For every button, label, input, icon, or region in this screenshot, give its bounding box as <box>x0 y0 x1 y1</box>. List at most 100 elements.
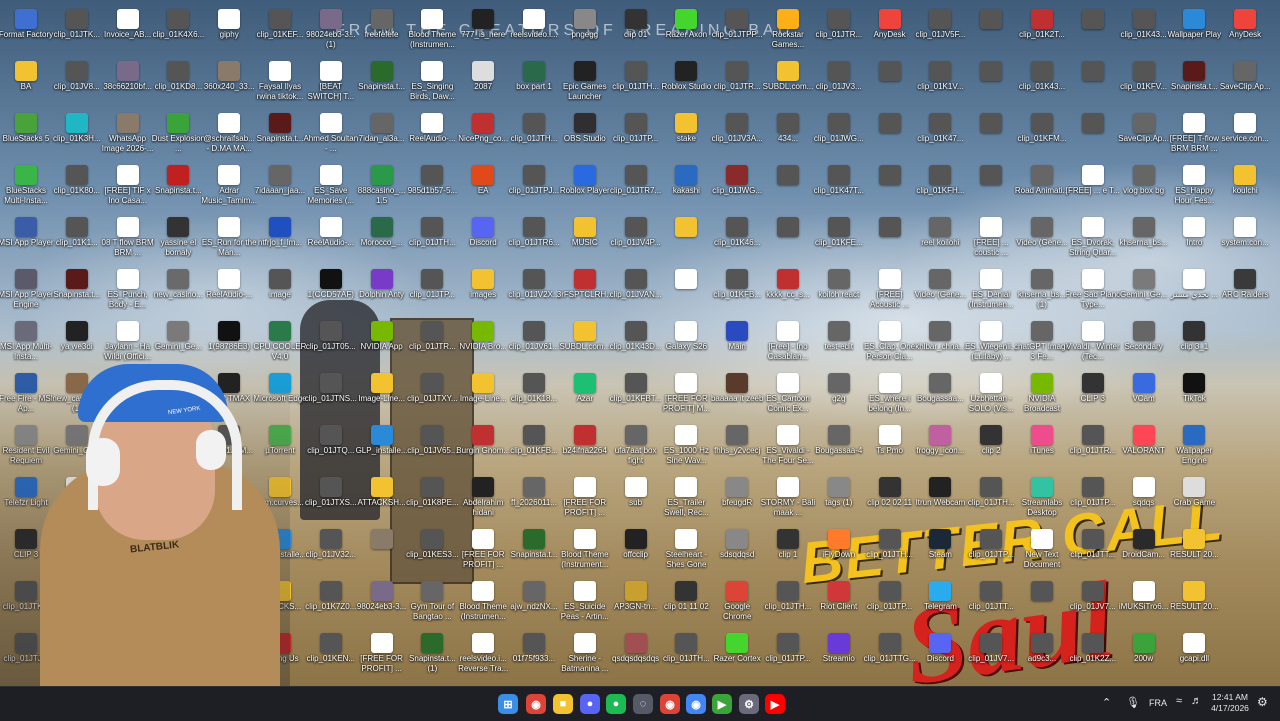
desktop-icon[interactable] <box>965 160 1017 210</box>
desktop-icon[interactable]: VCam <box>1118 368 1170 418</box>
desktop-icon[interactable]: ES_Trailer Swell, Rec... <box>660 472 712 522</box>
desktop-icon[interactable]: Galaxy S26 <box>660 316 712 366</box>
desktop-icon[interactable]: Bougassaa-4 <box>813 420 865 470</box>
desktop-icon[interactable]: clip_01JTR... <box>711 56 763 106</box>
desktop-icon[interactable]: AnyDesk <box>864 4 916 54</box>
desktop-icon[interactable]: ES_Suicide Peas - Artin... <box>559 576 611 626</box>
desktop-icon[interactable]: ES_Cartoon Comic Ex... <box>762 368 814 418</box>
desktop-icon[interactable]: clip_01K47... <box>914 108 966 158</box>
desktop-icon[interactable]: ES_Wiegenli... (Lullaby) ... <box>965 316 1017 366</box>
desktop-icon[interactable]: ARC Raiders <box>1219 264 1271 314</box>
desktop-icon[interactable]: clip_01KFB... <box>711 264 763 314</box>
desktop-icon[interactable]: khlbar_chna... <box>914 316 966 366</box>
desktop-icon[interactable]: clip_01JTH... <box>762 576 814 626</box>
desktop-icon[interactable]: clip_01KFV... <box>1118 56 1170 106</box>
desktop-icon[interactable]: clip_01JT05... <box>305 316 357 366</box>
desktop-icon[interactable]: clip_01JV3A... <box>711 108 763 158</box>
desktop-icon[interactable]: Azar <box>559 368 611 418</box>
desktop-icon[interactable]: ES_Run for the Man... <box>202 212 257 262</box>
desktop-icon[interactable]: sdsqdqsd <box>711 524 763 574</box>
desktop-icon[interactable]: Itrun Webcam <box>914 472 966 522</box>
desktop-icon[interactable]: AnyDesk <box>1219 4 1271 54</box>
taskbar-youtube-icon[interactable]: ▶ <box>765 694 785 714</box>
desktop-icon[interactable]: clip_01JV7... <box>1067 576 1119 626</box>
desktop-icon[interactable]: DroidCam... <box>1118 524 1170 574</box>
desktop-icon[interactable]: clip_01JTPP... <box>711 4 763 54</box>
desktop-icon[interactable]: baaaaa it zeeb <box>711 368 763 418</box>
desktop-icon[interactable]: GLP_installe... <box>356 420 408 470</box>
desktop-icon[interactable]: clip_01JTH... <box>406 212 458 262</box>
desktop-icon[interactable]: Format Factory <box>0 4 53 54</box>
desktop-icon[interactable]: Jaylann - Ha Wildi (Offici... <box>102 316 154 366</box>
desktop-icon[interactable]: Adrar Music_Tamim... <box>201 160 257 210</box>
desktop-icon[interactable]: Streamlabs Desktop <box>1016 472 1068 522</box>
desktop-icon[interactable]: pngegg <box>559 4 611 54</box>
desktop-icon[interactable]: OBS Studio <box>559 108 611 158</box>
desktop-icon[interactable]: clip_01JTH... <box>660 628 712 678</box>
notification-bell-icon[interactable]: ⚙ <box>1257 695 1268 709</box>
desktop-icon[interactable]: clip_01JTH... <box>965 472 1017 522</box>
desktop-icon[interactable]: ntfrjo_f_lm... <box>254 212 306 262</box>
desktop-icon[interactable]: clip_01KFB... <box>508 420 560 470</box>
desktop-icon[interactable]: clip_01JVAN... <box>610 264 662 314</box>
desktop-icon[interactable] <box>1067 4 1119 54</box>
desktop-icon[interactable]: clip_01JTQ... <box>305 420 357 470</box>
desktop-icon[interactable]: new_casino... <box>152 264 204 314</box>
desktop-icon[interactable]: Faysal Ilyas rwina tiktok... <box>254 56 306 106</box>
desktop-icon[interactable]: khserna_bs... (1) <box>1016 264 1068 314</box>
desktop-icon[interactable]: [FREE FOR PROFIT] M... <box>660 368 712 418</box>
desktop-icon[interactable]: [FREE] T-flow BRM BRM ... <box>1168 108 1220 158</box>
desktop-icon[interactable] <box>660 212 712 262</box>
desktop-icon[interactable]: b24ifna2264 <box>559 420 611 470</box>
desktop-icon[interactable] <box>660 264 712 314</box>
desktop-icon[interactable]: system.con... <box>1219 212 1271 262</box>
desktop-icon[interactable]: clip_01K2T... <box>1016 4 1068 54</box>
desktop-icon[interactable]: service.con... <box>1219 108 1271 158</box>
desktop-icon[interactable]: 98024eb3-3... (1) <box>305 4 357 54</box>
desktop-icon[interactable]: Google Chrome <box>711 576 763 626</box>
desktop-icon[interactable]: 7idaaan_jaa... <box>254 160 306 210</box>
desktop-icon[interactable]: giphy <box>203 4 255 54</box>
desktop-icon[interactable]: clip_01K1... <box>51 212 103 262</box>
desktop-icon[interactable]: clip 3_1 <box>1168 316 1220 366</box>
desktop-icon[interactable]: Morocco_... <box>356 212 408 262</box>
desktop-icon[interactable]: Snapinsta.t... <box>51 264 103 314</box>
desktop-icon[interactable]: clip_01JTTG... <box>864 628 916 678</box>
desktop-icon[interactable]: 7idan_al3a... <box>356 108 408 158</box>
desktop-icon[interactable]: [FREE] ... e T... <box>1066 160 1120 210</box>
desktop-icon[interactable]: clip_01JV4P... <box>610 212 662 262</box>
desktop-icon[interactable]: clip_01K1V... <box>914 56 966 106</box>
desktop-icon[interactable]: clip_01KFE... <box>813 212 865 262</box>
desktop-icon[interactable]: Snapinsta.t... <box>1168 56 1220 106</box>
desktop-icon[interactable]: RESULT 20... <box>1168 576 1220 626</box>
desktop-icon[interactable]: MSI App Player <box>0 212 54 262</box>
desktop-icon[interactable]: clip_01JTPJ... <box>508 160 560 210</box>
desktop-icon[interactable]: ES_Singing Birds, Daw... <box>406 56 458 106</box>
desktop-icon[interactable]: yassine el bomaly <box>152 212 204 262</box>
desktop-icon[interactable]: ReelAudio-... <box>305 212 357 262</box>
desktop-icon[interactable]: bfeugdR <box>711 472 763 522</box>
desktop-icon[interactable]: CLIP 3 <box>1067 368 1119 418</box>
desktop-icon[interactable]: RESULT 20... <box>1168 524 1220 574</box>
desktop-icon[interactable]: BlueStacks 5 <box>0 108 52 158</box>
desktop-icon[interactable]: 985d1b57-5... <box>406 160 458 210</box>
desktop-icon[interactable]: EA <box>457 160 509 210</box>
desktop-icon[interactable]: clip_01K7Z0... <box>305 576 357 626</box>
desktop-icon[interactable]: 1(CCD57AF) <box>305 264 357 314</box>
desktop-icon[interactable]: clip_01JTP... <box>406 264 458 314</box>
desktop-icon[interactable]: clip_01JWG... <box>813 108 865 158</box>
desktop-icon[interactable]: Abdelrahim hidani <box>457 472 509 522</box>
desktop-icon[interactable] <box>965 56 1017 106</box>
desktop-icon[interactable]: vlog box bg <box>1118 160 1170 210</box>
desktop-icon[interactable]: Discord <box>457 212 509 262</box>
desktop-icon[interactable]: Invoice_AB... <box>102 4 154 54</box>
desktop-icon[interactable]: image <box>254 264 306 314</box>
desktop-icon[interactable]: tags (1) <box>813 472 865 522</box>
taskbar-file-explorer-icon[interactable]: ■ <box>553 694 573 714</box>
desktop-icon[interactable]: 200w <box>1118 628 1170 678</box>
desktop-icon[interactable]: clip_01JTH... <box>864 524 916 574</box>
desktop-icon[interactable]: Blood Theme (Instrumen... <box>406 4 458 54</box>
desktop-icon[interactable]: ReelAudio-... <box>406 108 458 158</box>
desktop-icon[interactable]: clip_01JV61... <box>508 316 560 366</box>
desktop-icon[interactable] <box>965 108 1017 158</box>
